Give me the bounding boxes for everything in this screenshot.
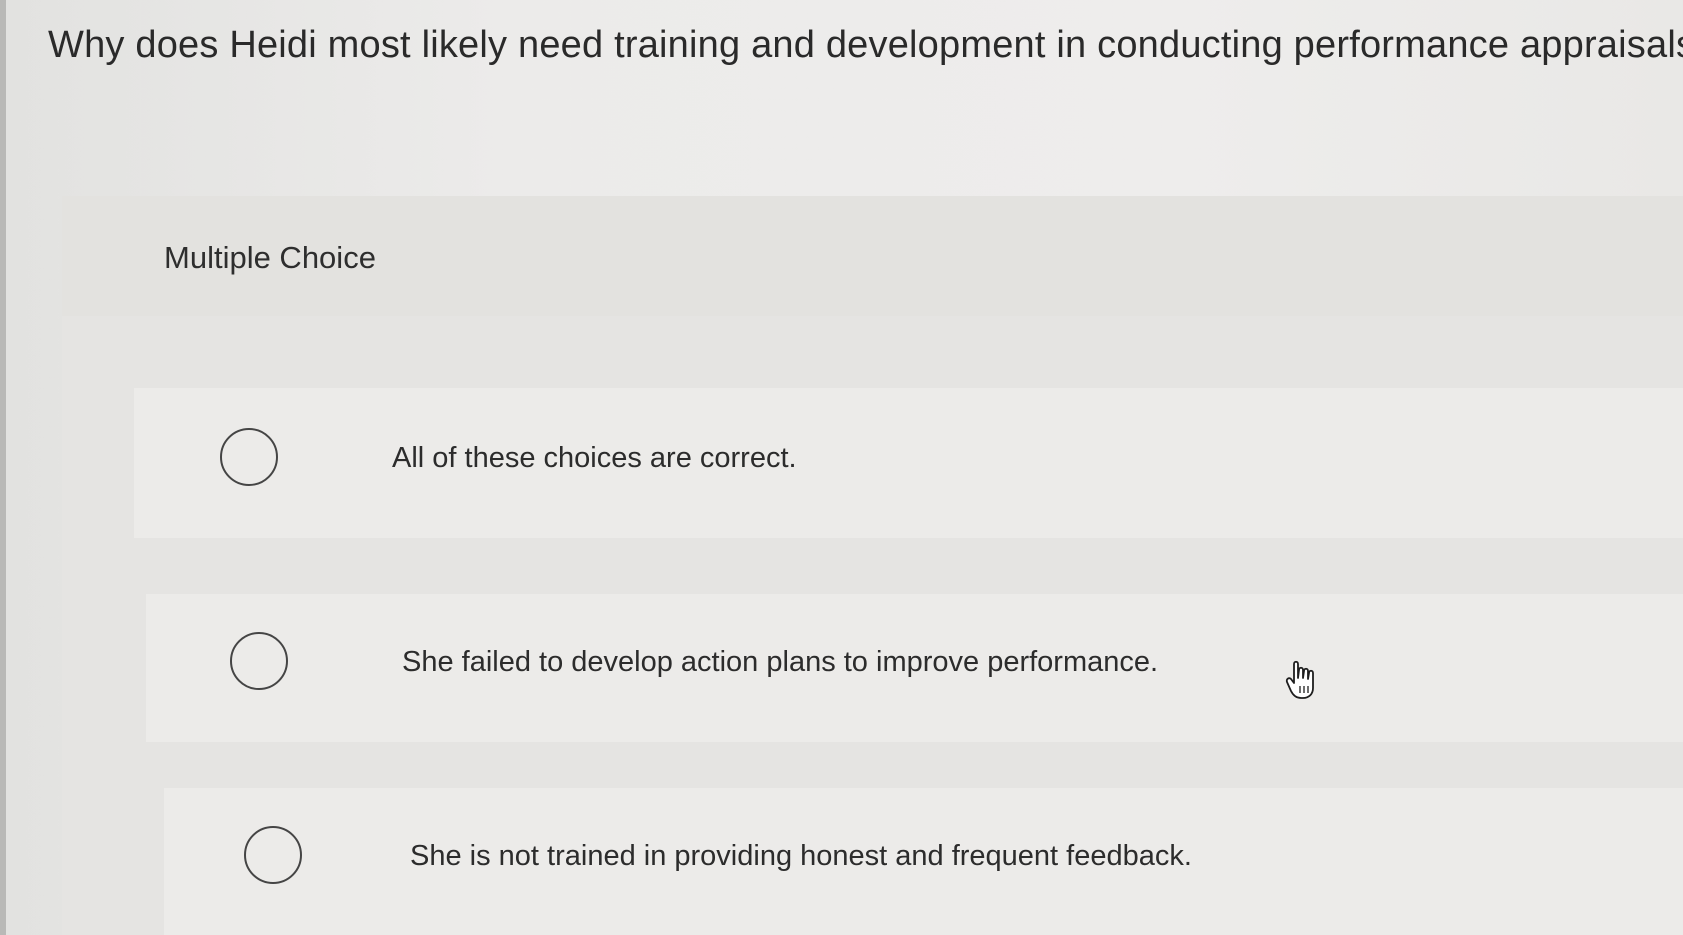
choice-option-1[interactable]: All of these choices are correct. (134, 388, 1683, 538)
radio-empty-icon[interactable] (244, 826, 302, 884)
choice-label: She failed to develop action plans to im… (402, 646, 1159, 678)
screen-left-edge (0, 0, 6, 935)
question-text: Why does Heidi most likely need training… (48, 24, 1683, 66)
panel-header: Multiple Choice (62, 196, 1683, 316)
radio-empty-icon[interactable] (220, 428, 278, 486)
multiple-choice-panel: Multiple Choice All of these choices are… (62, 196, 1683, 935)
choice-option-2[interactable]: She failed to develop action plans to im… (146, 594, 1683, 742)
choice-label: She is not trained in providing honest a… (410, 840, 1192, 872)
radio-empty-icon[interactable] (230, 632, 288, 690)
choice-label: All of these choices are correct. (392, 442, 797, 474)
choice-option-3[interactable]: She is not trained in providing honest a… (164, 788, 1683, 935)
question-type-label: Multiple Choice (164, 240, 376, 275)
hand-pointer-icon (1285, 660, 1314, 699)
